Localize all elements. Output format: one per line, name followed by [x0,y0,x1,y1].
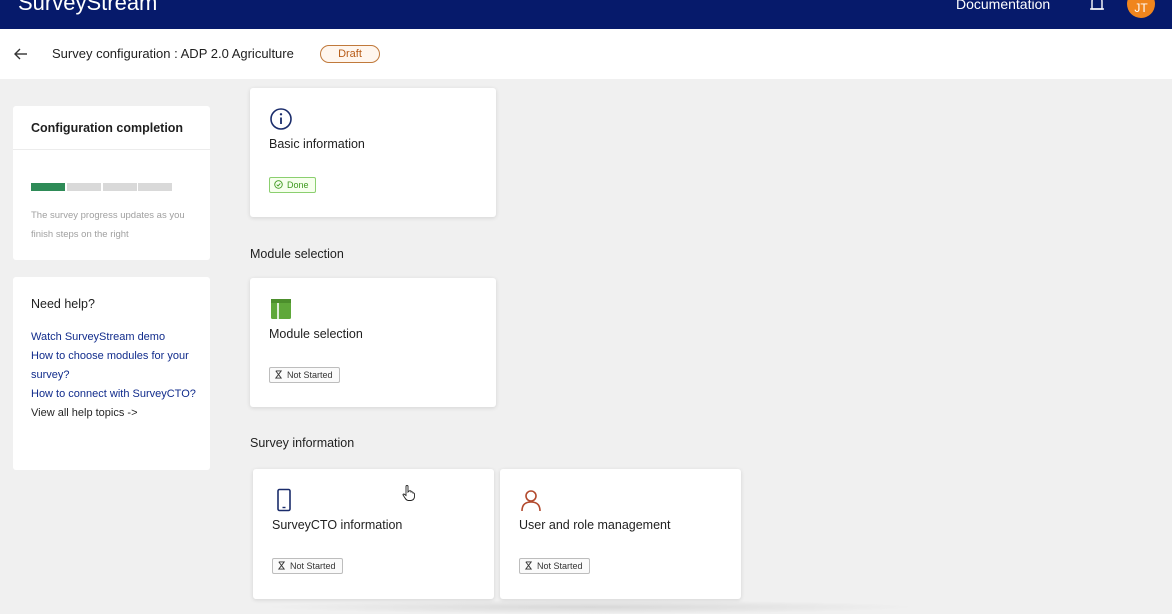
status-badge: Not Started [269,367,340,383]
user-role-management-card[interactable]: User and role management Not Started [500,469,741,599]
help-link-choose-modules[interactable]: How to choose modules for your survey? [31,347,201,385]
layout-icon [271,299,291,319]
completion-note: The survey progress updates as you finis… [31,210,185,240]
card-title: Basic information [269,137,365,151]
user-icon [521,490,541,512]
status-text: Not Started [287,370,333,380]
hourglass-icon [274,370,283,379]
surveycto-information-card[interactable]: SurveyCTO information Not Started [253,469,494,599]
hourglass-icon [524,561,533,570]
basic-information-card[interactable]: Basic information Done [250,88,496,217]
progress-segment [31,183,65,191]
help-link-view-all[interactable]: View all help topics -> [31,404,201,423]
back-arrow-icon[interactable] [12,45,30,63]
need-help-panel: Need help? Watch SurveyStream demo How t… [13,277,210,470]
documentation-link[interactable]: Documentation [956,0,1050,12]
progress-segment [103,183,137,191]
help-link-connect-surveycto[interactable]: How to connect with SurveyCTO? [31,385,201,404]
card-title: SurveyCTO information [272,518,403,532]
help-link-demo[interactable]: Watch SurveyStream demo [31,328,201,347]
module-selection-card[interactable]: Module selection Not Started [250,278,496,407]
section-label-survey-information: Survey information [250,436,355,450]
check-circle-icon [274,180,283,189]
shadow [260,600,920,614]
status-text: Done [287,180,309,190]
info-icon [270,108,292,130]
divider [13,149,210,150]
avatar[interactable]: JT [1127,0,1155,18]
top-navbar: SurveyStream Documentation JT [0,0,1172,29]
brand-logo[interactable]: SurveyStream [18,0,157,16]
page-title: Survey configuration : ADP 2.0 Agricultu… [52,46,294,61]
bell-icon[interactable] [1088,0,1106,13]
configuration-completion-panel: Configuration completion The survey prog… [13,106,210,260]
section-label-module-selection: Module selection [250,247,344,261]
completion-title: Configuration completion [31,121,184,135]
page-header: Survey configuration : ADP 2.0 Agricultu… [0,29,1172,79]
help-title: Need help? [31,297,95,311]
status-badge: Not Started [272,558,343,574]
help-links: Watch SurveyStream demo How to choose mo… [31,328,201,423]
progress-segment [67,183,101,191]
progress-segment [138,183,172,191]
status-text: Not Started [290,561,336,571]
card-title: Module selection [269,327,363,341]
progress-bar [31,183,173,191]
hourglass-icon [277,561,286,570]
status-badge: Draft [320,45,380,63]
mobile-icon [277,488,291,512]
status-badge: Done [269,177,316,193]
status-badge: Not Started [519,558,590,574]
status-text: Not Started [537,561,583,571]
card-title: User and role management [519,518,671,532]
hand-cursor-icon [402,485,415,501]
